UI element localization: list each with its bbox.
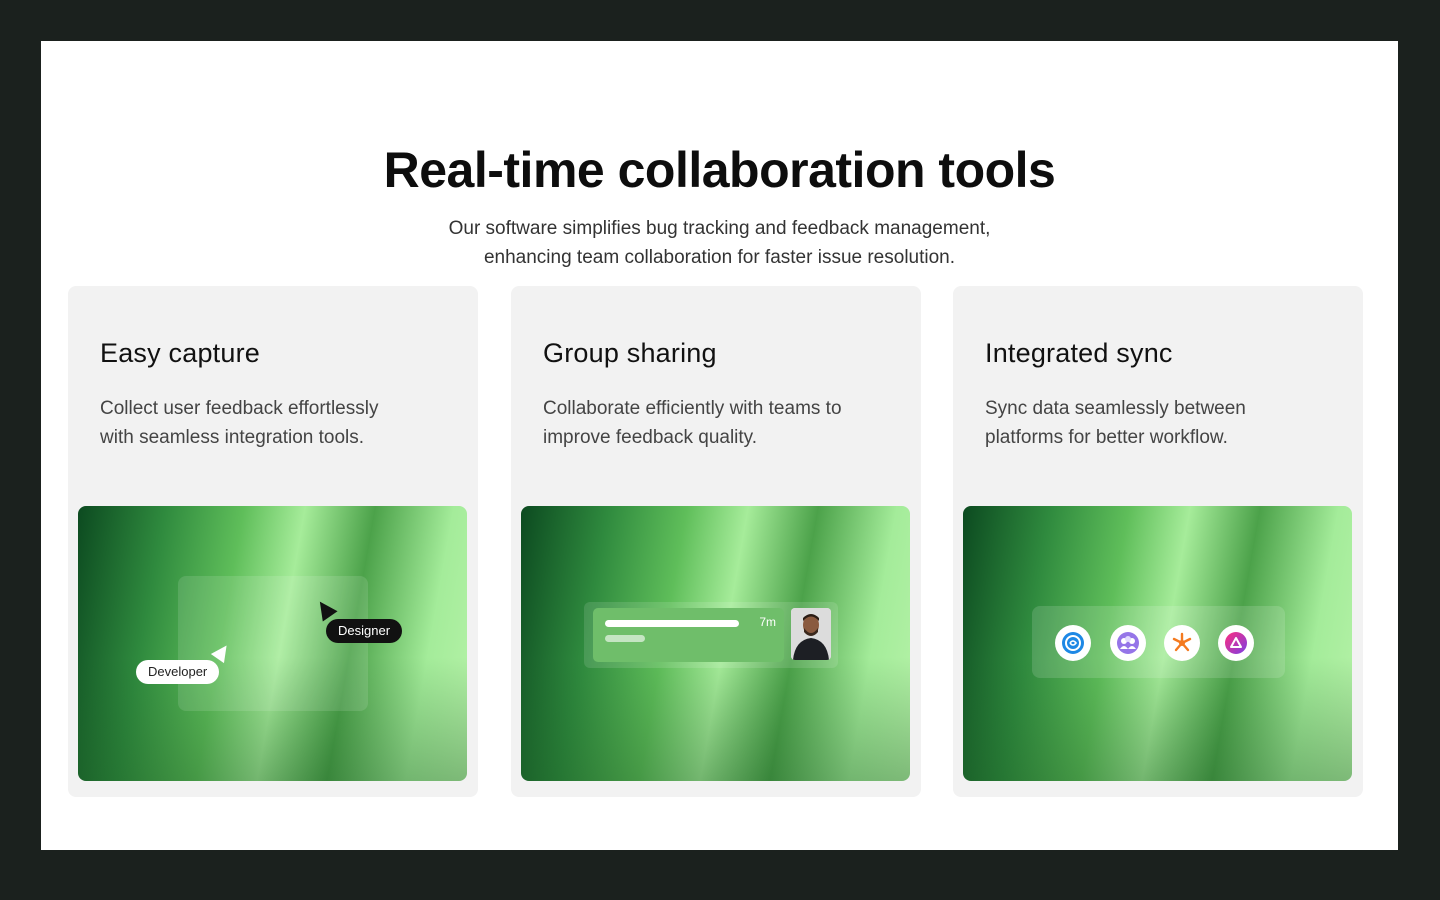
sync-illustration [963,506,1352,781]
feature-card-integrated-sync: Integrated sync Sync data seamlessly bet… [953,286,1363,797]
comment-bubble: 7m [593,608,784,662]
feature-card-easy-capture: Easy capture Collect user feedback effor… [68,286,478,797]
section-title: Real-time collaboration tools [383,142,1056,198]
card-description-line-2: platforms for better workflow. [985,427,1228,448]
subtitle-line-1: Our software simplifies bug tracking and… [448,218,991,239]
feature-card-group-sharing: Group sharing Collaborate efficiently wi… [511,286,921,797]
avatar [791,608,831,660]
sun-app-icon [1164,625,1200,661]
comment-preview: 7m [584,602,838,668]
page: Real-time collaboration tools Our softwa… [41,41,1398,850]
cloud-app-icon [1218,625,1254,661]
spiral-app-icon [1055,625,1091,661]
card-title: Group sharing [543,338,717,368]
card-description-line-1: Collaborate efficiently with teams to [543,398,842,419]
card-description: Sync data seamlessly between platforms f… [985,394,1335,452]
developer-tag: Developer [136,660,220,684]
section-subtitle: Our software simplifies bug tracking and… [41,214,1398,272]
card-description-line-2: with seamless integration tools. [100,427,365,448]
sharing-illustration: 7m [521,506,910,781]
glass-panel [178,576,368,711]
card-description-line-2: improve feedback quality. [543,427,758,448]
comment-timestamp: 7m [759,615,776,629]
card-title: Integrated sync [985,338,1173,368]
capture-illustration: Designer Developer [78,506,467,781]
card-description: Collect user feedback effortlessly with … [100,394,450,452]
subtitle-line-2: enhancing team collaboration for faster … [483,247,956,268]
designer-tag: Designer [326,619,403,643]
integration-icons [1032,606,1285,678]
card-description-line-1: Collect user feedback effortlessly [100,398,379,419]
card-description: Collaborate efficiently with teams to im… [543,394,893,452]
card-description-line-1: Sync data seamlessly between [985,398,1246,419]
comment-line [605,635,645,642]
team-app-icon [1110,625,1146,661]
card-title: Easy capture [100,338,260,368]
comment-line [605,620,739,627]
